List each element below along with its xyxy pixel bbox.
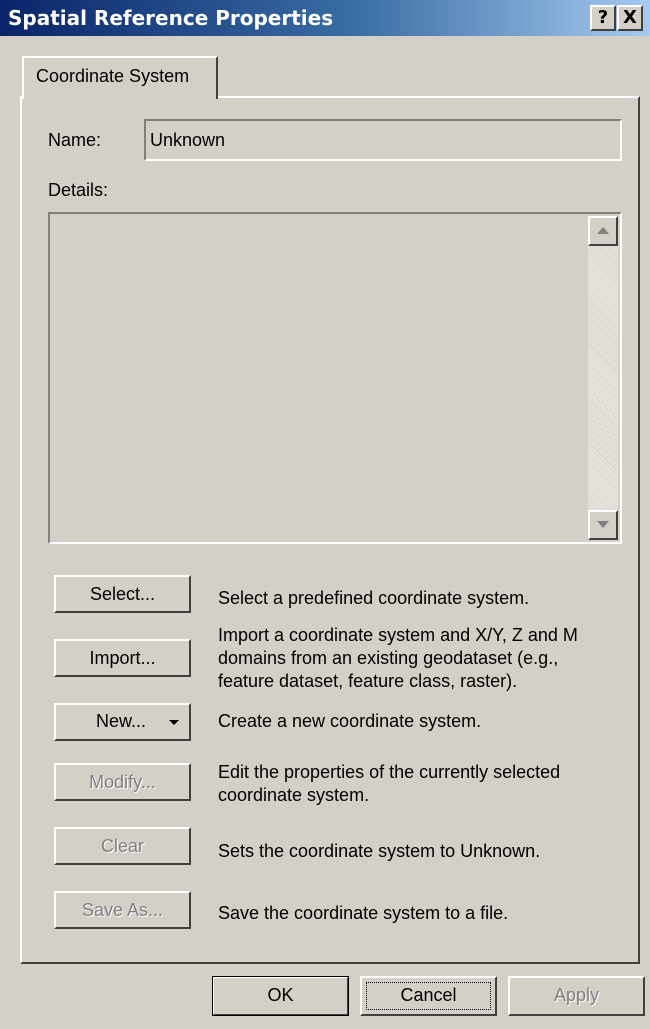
name-label: Name:: [48, 130, 102, 150]
modify-description-line: coordinate system.: [218, 785, 370, 805]
apply-button[interactable]: Apply: [508, 976, 645, 1016]
new-button-label: New...: [96, 711, 147, 731]
arrow-up-icon: [597, 227, 609, 234]
details-scrollbar[interactable]: [588, 216, 618, 540]
save-as-description: Save the coordinate system to a file.: [218, 903, 509, 923]
select-button[interactable]: Select...: [54, 575, 191, 613]
ok-button[interactable]: OK: [212, 976, 349, 1016]
scroll-down-button[interactable]: [588, 510, 618, 540]
modify-description-line: Edit the properties of the currently sel…: [218, 762, 561, 782]
window-title: Spatial Reference Properties: [8, 6, 334, 30]
clear-description: Sets the coordinate system to Unknown.: [218, 841, 541, 861]
tab-label: Coordinate System: [36, 66, 190, 86]
name-value: Unknown: [150, 130, 226, 150]
import-button[interactable]: Import...: [54, 639, 191, 677]
help-button[interactable]: ?: [590, 5, 616, 31]
new-button[interactable]: New...: [54, 703, 191, 741]
ok-button-label: OK: [267, 985, 294, 1005]
save-as-button[interactable]: Save As...: [54, 891, 191, 929]
import-description-line: Import a coordinate system and X/Y, Z an…: [218, 625, 578, 645]
details-label: Details:: [48, 180, 109, 200]
apply-button-label: Apply: [553, 985, 600, 1005]
help-icon: ?: [597, 7, 609, 28]
select-description: Select a predefined coordinate system.: [218, 588, 530, 608]
import-description: Import a coordinate system and X/Y, Z an…: [218, 624, 578, 693]
cancel-button-label: Cancel: [400, 985, 457, 1005]
import-description-line: feature dataset, feature class, raster).: [218, 671, 518, 691]
clear-button[interactable]: Clear: [54, 827, 191, 865]
details-textbox[interactable]: [48, 212, 622, 544]
title-bar[interactable]: Spatial Reference Properties ? X: [0, 0, 650, 36]
arrow-down-icon: [597, 521, 609, 528]
dropdown-arrow-icon: [169, 720, 179, 725]
new-description: Create a new coordinate system.: [218, 711, 482, 731]
modify-description: Edit the properties of the currently sel…: [218, 761, 560, 807]
close-button[interactable]: X: [617, 5, 643, 31]
close-icon: X: [623, 7, 637, 28]
tab-coordinate-system[interactable]: Coordinate System: [22, 56, 218, 99]
name-field[interactable]: Unknown: [144, 119, 622, 161]
scroll-up-button[interactable]: [588, 216, 618, 246]
modify-button[interactable]: Modify...: [54, 763, 191, 801]
cancel-button[interactable]: Cancel: [360, 976, 497, 1016]
import-description-line: domains from an existing geodataset (e.g…: [218, 648, 559, 668]
